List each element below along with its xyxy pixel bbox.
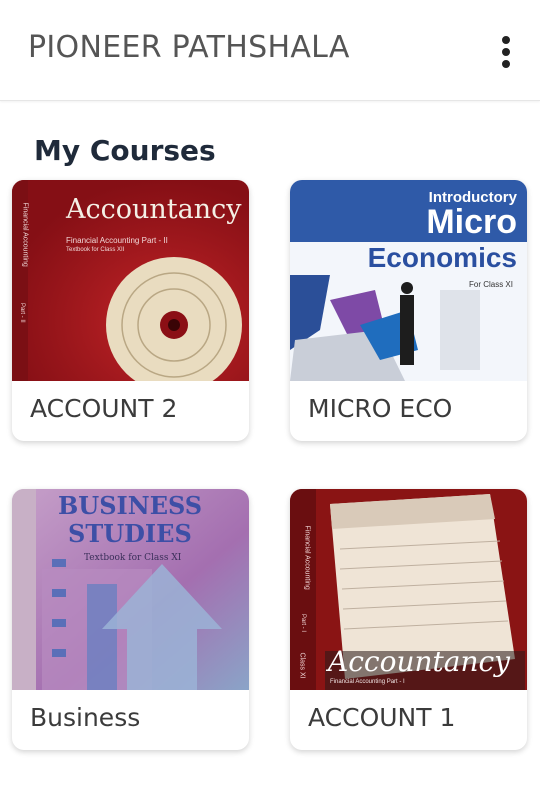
course-cover-image: Introductory Micro Economics For Class X… xyxy=(290,180,527,381)
cover-subtitle-2: Textbook for Class XII xyxy=(66,247,125,253)
cover-title-line-2: STUDIES xyxy=(68,519,192,548)
menu-dot xyxy=(502,60,510,68)
section-title: My Courses xyxy=(34,134,216,167)
course-cover-image: Accountancy Financial Accounting Part - … xyxy=(12,180,249,381)
cover-subtitle: Financial Accounting Part - I xyxy=(330,679,405,685)
cover-subtitle: Textbook for Class XI xyxy=(84,553,182,563)
cover-title-line-1: BUSINESS xyxy=(58,491,203,520)
cover-spine-text: Financial Accounting xyxy=(303,525,311,590)
cover-title: Accountancy xyxy=(66,194,242,225)
course-cover-image: Accountancy Financial Accounting Part - … xyxy=(290,489,527,690)
cover-title-line-3: Economics xyxy=(367,242,517,273)
course-card-business[interactable]: BUSINESS STUDIES Textbook for Class XI B… xyxy=(12,489,249,750)
menu-dot xyxy=(502,48,510,56)
cover-spine-part: Part - II xyxy=(19,303,25,323)
cover-title: Accountancy xyxy=(328,645,510,678)
menu-dot xyxy=(502,36,510,44)
course-card-micro-eco[interactable]: Introductory Micro Economics For Class X… xyxy=(290,180,527,441)
app-title: PIONEER PATHSHALA xyxy=(28,30,350,65)
course-label: ACCOUNT 1 xyxy=(308,703,456,732)
course-label: MICRO ECO xyxy=(308,394,453,423)
cover-spine-part: Part - I xyxy=(300,614,306,633)
cover-spine-class: Class XI xyxy=(298,652,306,679)
course-label: ACCOUNT 2 xyxy=(30,394,178,423)
course-label: Business xyxy=(30,703,141,732)
more-vertical-icon[interactable] xyxy=(494,34,518,70)
course-card-account-1[interactable]: Accountancy Financial Accounting Part - … xyxy=(290,489,527,750)
cover-spine-text: Financial Accounting xyxy=(21,202,29,267)
app-bar: PIONEER PATHSHALA xyxy=(0,0,540,101)
cover-subtitle: For Class XI xyxy=(468,280,513,289)
cover-title-line-2: Micro xyxy=(426,203,517,241)
course-cover-image: BUSINESS STUDIES Textbook for Class XI xyxy=(12,489,249,690)
course-card-account-2[interactable]: Accountancy Financial Accounting Part - … xyxy=(12,180,249,441)
cover-subtitle: Financial Accounting Part - II xyxy=(66,236,168,245)
